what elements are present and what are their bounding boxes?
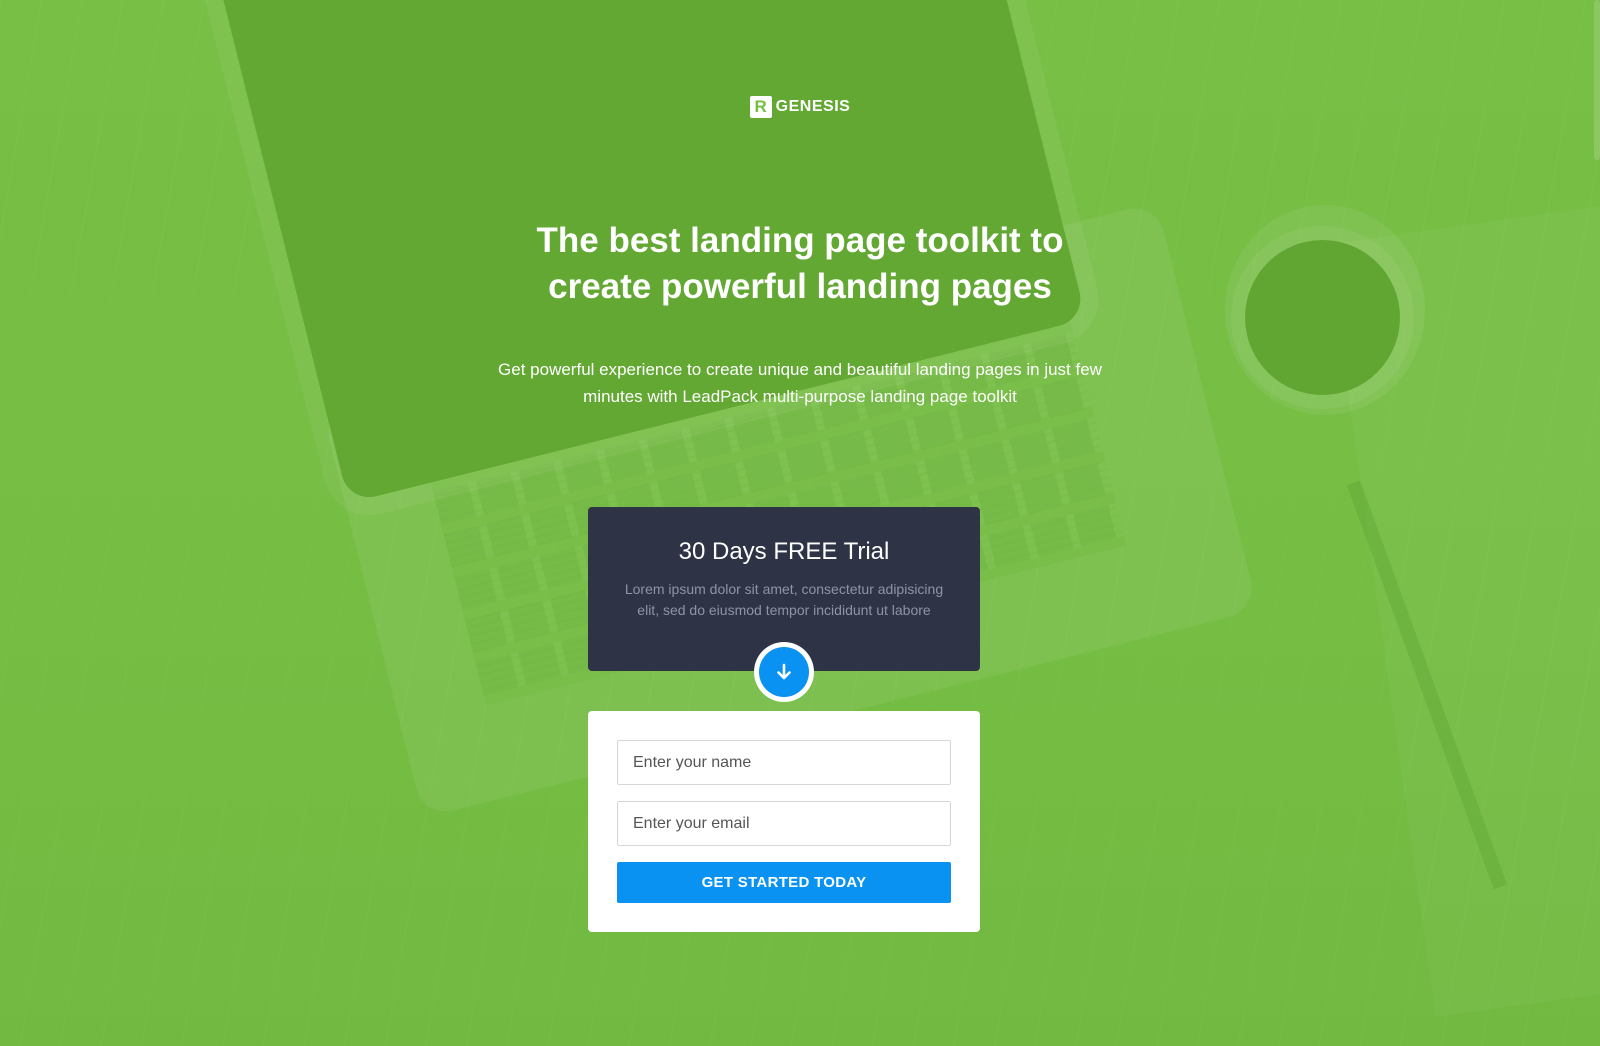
page-scrollbar[interactable] [1594,0,1600,160]
scroll-down-circle [759,647,809,697]
trial-description-line-1: Lorem ipsum dolor sit amet, consectetur … [624,581,944,597]
headline-line-2: create powerful landing pages [548,267,1052,306]
get-started-button[interactable]: GET STARTED TODAY [617,862,951,903]
trial-title: 30 Days FREE Trial [678,538,890,565]
background-coffee-cup [1245,240,1400,395]
arrow-down-icon [777,663,791,680]
logo-mark-icon: R [749,96,772,118]
trial-description-line-2: elit, sed do eiusmod tempor incididunt u… [637,602,931,618]
trial-description: Lorem ipsum dolor sit amet, consectetur … [614,579,954,621]
email-input[interactable] [617,801,951,846]
brand-logo[interactable]: R GENESIS [0,96,1600,118]
logo-text: GENESIS [775,98,851,115]
scroll-down-button[interactable] [754,642,814,702]
page-headline: The best landing page toolkit to create … [400,218,1200,310]
signup-form: GET STARTED TODAY [588,711,980,932]
name-input[interactable] [617,740,951,785]
page-subheadline: Get powerful experience to create unique… [450,356,1150,410]
subhead-line-1: Get powerful experience to create unique… [498,360,1102,379]
subhead-line-2: minutes with LeadPack multi-purpose land… [583,387,1017,406]
headline-line-1: The best landing page toolkit to [536,221,1064,260]
